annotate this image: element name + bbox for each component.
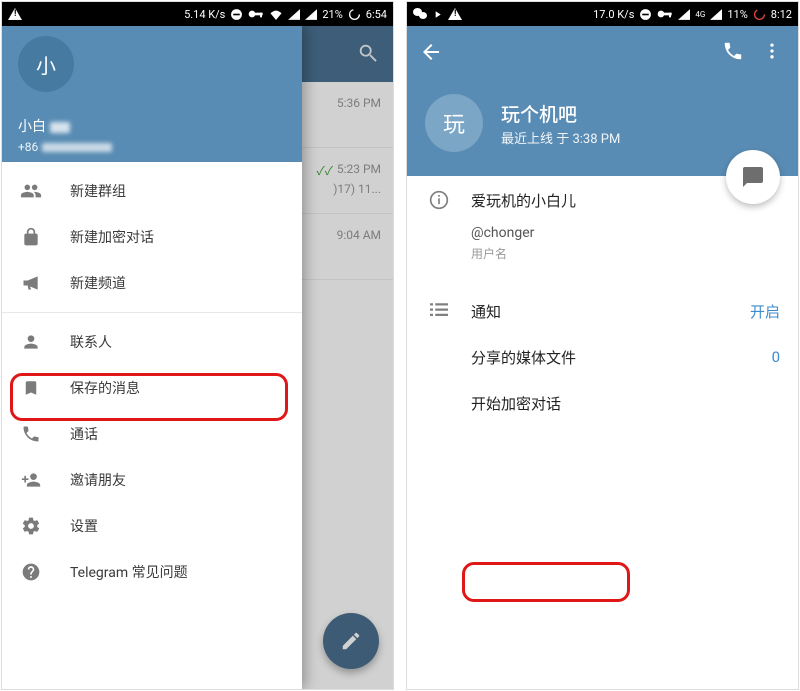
dnd-icon xyxy=(230,8,243,21)
wechat-icon xyxy=(413,8,427,20)
info-username[interactable]: @chonger xyxy=(471,225,780,241)
right-screenshot: ! 17.0 K/s 4G 11% 8:12 玩 玩个机吧 最近上线 于 3:3… xyxy=(406,1,799,690)
vpn-key-icon xyxy=(248,9,264,19)
drawer-header[interactable]: 小 小白 +86 xyxy=(2,26,302,162)
setting-label: 分享的媒体文件 xyxy=(471,347,772,368)
menu-label: 通话 xyxy=(70,424,98,444)
menu-faq[interactable]: Telegram 常见问题 xyxy=(2,549,302,595)
menu-calls[interactable]: 通话 xyxy=(2,411,302,457)
setting-label: 通知 xyxy=(471,301,750,322)
call-button[interactable] xyxy=(722,40,744,66)
signal-icon-2 xyxy=(710,9,722,20)
battery-percent: 21% xyxy=(322,8,342,21)
setting-value: 0 xyxy=(772,348,780,366)
dnd-icon xyxy=(639,8,652,21)
statusbar: ! 17.0 K/s 4G 11% 8:12 xyxy=(407,2,798,26)
info-icon xyxy=(429,190,449,262)
user-avatar[interactable]: 小 xyxy=(18,36,74,92)
avatar-letter: 玩 xyxy=(443,107,465,139)
bookmark-icon xyxy=(20,377,42,399)
drawer-menu: 新建群组 新建加密对话 新建频道 联系人 保存的消息 通话 xyxy=(2,162,302,595)
menu-settings[interactable]: 设置 xyxy=(2,503,302,549)
person-icon xyxy=(20,331,42,353)
menu-new-channel[interactable]: 新建频道 xyxy=(2,260,302,306)
menu-label: 联系人 xyxy=(70,332,112,352)
help-icon xyxy=(20,561,42,583)
menu-new-group[interactable]: 新建群组 xyxy=(2,168,302,214)
shared-media-row[interactable]: 分享的媒体文件 0 xyxy=(407,334,798,380)
network-speed: 5.14 K/s xyxy=(184,8,225,21)
battery-percent: 11% xyxy=(727,8,747,21)
menu-label: 设置 xyxy=(70,516,98,536)
avatar-letter: 小 xyxy=(36,50,56,79)
profile-last-seen: 最近上线 于 3:38 PM xyxy=(501,128,620,147)
clock-time: 6:54 xyxy=(366,8,387,21)
menu-label: 新建群组 xyxy=(70,181,126,201)
lock-icon xyxy=(20,226,42,248)
megaphone-icon xyxy=(20,272,42,294)
left-screenshot: ! 5.14 K/s 21% 6:54 5:36 PM ✓✓ 5:23 PM )… xyxy=(1,1,394,690)
mute-play-icon xyxy=(432,9,443,20)
navigation-drawer: 小 小白 +86 新建群组 新建加密对话 新建频道 联系人 xyxy=(2,26,302,689)
signal-icon-2 xyxy=(305,9,317,20)
drawer-username: 小白 xyxy=(18,116,70,136)
person-add-icon xyxy=(20,469,42,491)
network-speed: 17.0 K/s xyxy=(593,8,634,21)
profile-avatar[interactable]: 玩 xyxy=(425,94,483,152)
menu-label: Telegram 常见问题 xyxy=(70,562,188,582)
info-username-label: 用户名 xyxy=(471,245,780,262)
menu-label: 保存的消息 xyxy=(70,378,140,398)
menu-label: 邀请朋友 xyxy=(70,470,126,490)
setting-label: 开始加密对话 xyxy=(471,393,780,414)
wifi-icon xyxy=(269,9,283,20)
notifications-row[interactable]: 通知 开启 xyxy=(407,288,798,334)
setting-value: 开启 xyxy=(750,301,780,322)
menu-new-secret-chat[interactable]: 新建加密对话 xyxy=(2,214,302,260)
profile-title: 玩个机吧 xyxy=(501,100,577,127)
start-secret-chat-row[interactable]: 开始加密对话 xyxy=(407,380,798,426)
phone-icon xyxy=(20,423,42,445)
menu-label: 新建加密对话 xyxy=(70,227,154,247)
clock-ring-icon xyxy=(753,8,766,21)
signal-icon xyxy=(288,9,300,20)
warning-triangle-icon: ! xyxy=(8,8,22,20)
menu-divider xyxy=(2,312,302,313)
more-menu-button[interactable] xyxy=(762,40,782,66)
clock-ring-icon xyxy=(348,8,361,21)
group-icon xyxy=(20,180,42,202)
menu-invite-friends[interactable]: 邀请朋友 xyxy=(2,457,302,503)
drawer-phone: +86 xyxy=(18,140,112,154)
menu-label: 新建频道 xyxy=(70,273,126,293)
clock-time: 8:12 xyxy=(771,8,792,21)
network-type: 4G xyxy=(695,10,705,19)
statusbar: ! 5.14 K/s 21% 6:54 xyxy=(2,2,393,26)
menu-contacts[interactable]: 联系人 xyxy=(2,319,302,365)
vpn-key-icon xyxy=(657,9,673,19)
gear-icon xyxy=(20,515,42,537)
signal-icon xyxy=(678,9,690,20)
menu-saved-messages[interactable]: 保存的消息 xyxy=(2,365,302,411)
message-fab[interactable] xyxy=(726,150,780,204)
list-icon xyxy=(430,302,448,321)
profile-content: 爱玩机的小白儿 @chonger 用户名 通知 开启 分享的媒体文件 0 开始加… xyxy=(407,176,798,689)
back-button[interactable] xyxy=(419,40,443,68)
warning-triangle-icon: ! xyxy=(448,8,462,20)
drawer-scrim[interactable] xyxy=(302,26,393,689)
